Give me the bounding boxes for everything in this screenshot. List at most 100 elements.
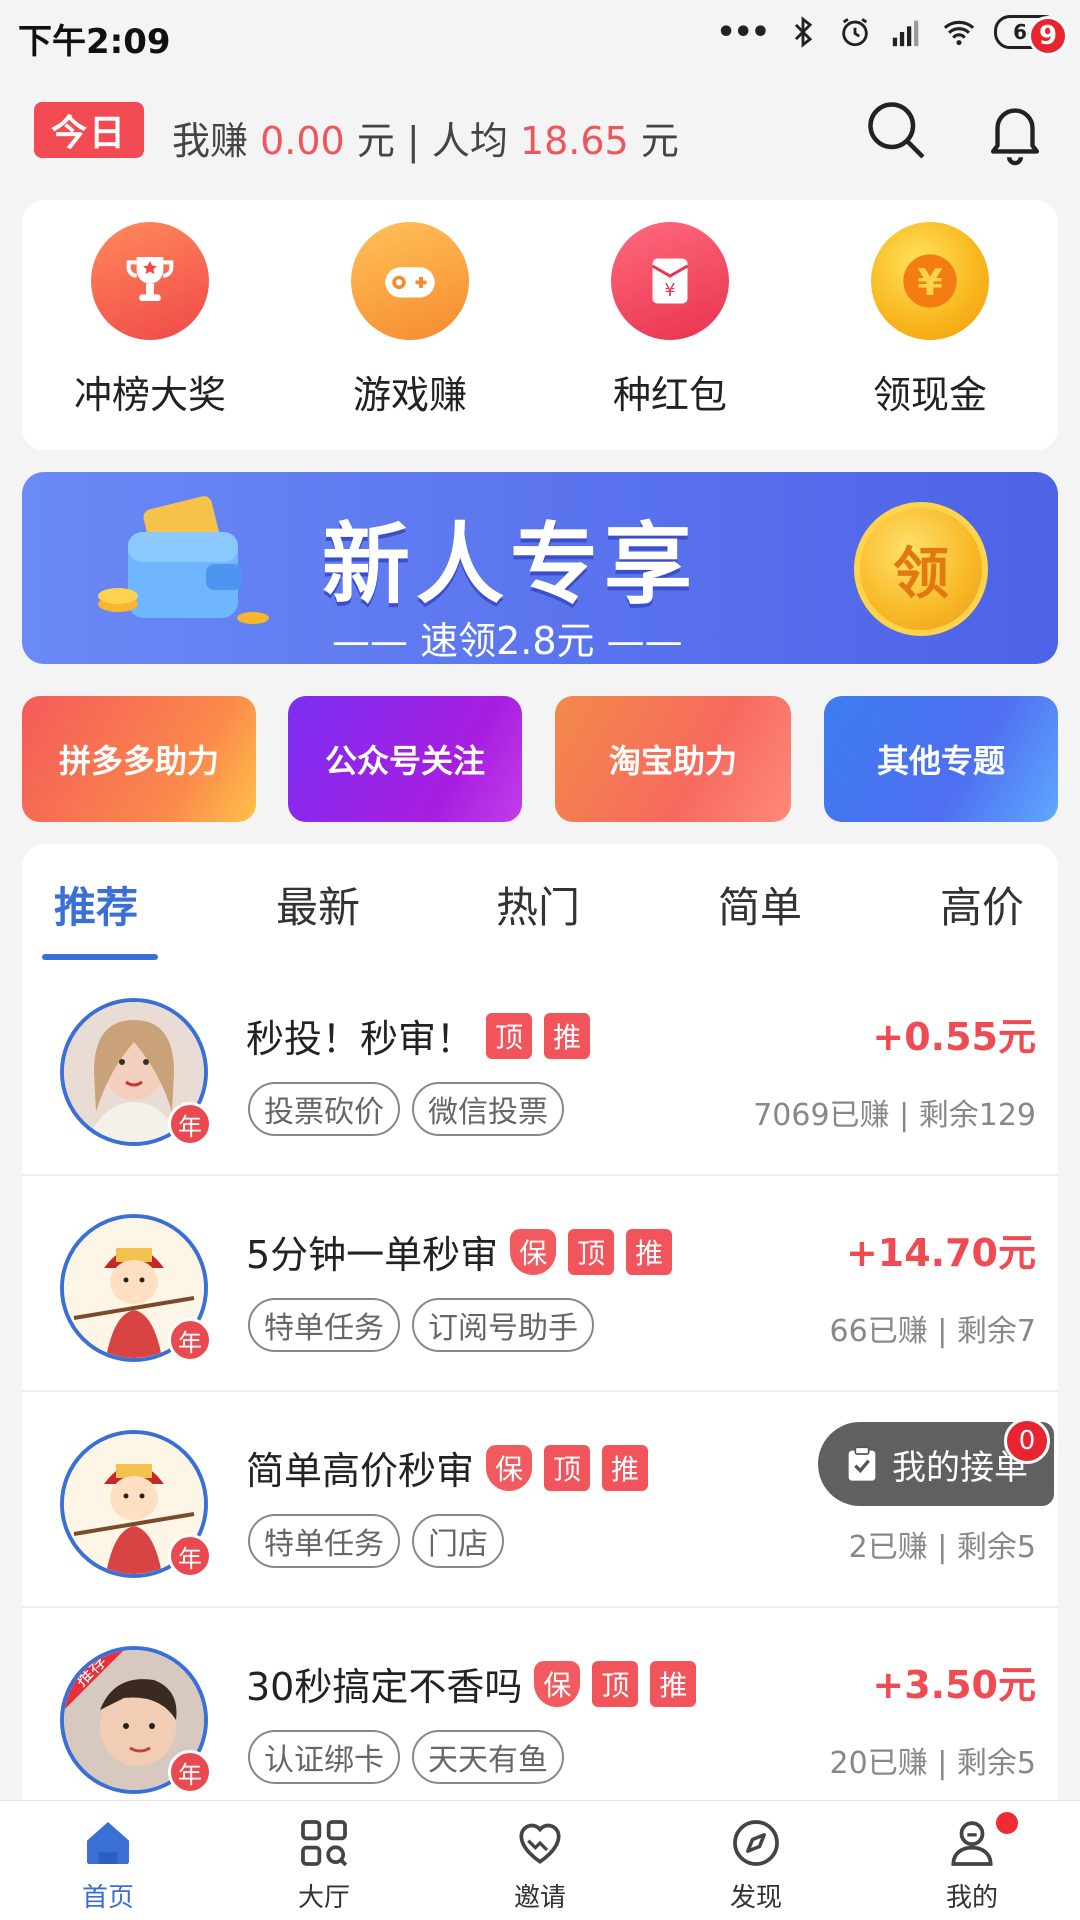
topic-label: 公众号关注 <box>324 742 485 780</box>
tab-active-indicator <box>42 954 158 960</box>
status-bar: 下午2:09 ••• 64 <box>0 0 1080 66</box>
topic-official-account[interactable]: 公众号关注 <box>288 696 522 822</box>
topic-label: 其他专题 <box>876 742 1005 780</box>
trophy-icon <box>91 222 209 340</box>
task-row[interactable]: 推荐 年 30秒搞定不香吗 保 顶 推 认证绑卡 天天有鱼 +3.50元 20已… <box>22 1610 1058 1804</box>
nav-home[interactable]: 首页 <box>38 1815 178 1914</box>
task-reward: +3.50元 <box>872 1663 1036 1707</box>
my-orders-badge: 0 <box>1004 1418 1050 1464</box>
avg-earn-value: 18.65 <box>519 119 629 163</box>
year-badge: 年 <box>168 1102 212 1146</box>
topic-pinduoduo[interactable]: 拼多多助力 <box>22 696 256 822</box>
year-badge: 年 <box>168 1750 212 1794</box>
guarantee-flag: 保 <box>534 1660 581 1707</box>
topic-others[interactable]: 其他专题 <box>824 696 1058 822</box>
alarm-icon <box>842 18 868 47</box>
top-flag: 顶 <box>486 1012 533 1059</box>
red-envelope-icon: ¥ <box>611 222 729 340</box>
task-row[interactable]: 年 5分钟一单秒审 保 顶 推 特单任务 订阅号助手 +14.70元 66已赚 … <box>22 1178 1058 1392</box>
status-time: 下午2:09 <box>18 22 171 62</box>
task-stats: 66已赚 | 剩余7 <box>829 1314 1036 1349</box>
svg-text:¥: ¥ <box>664 281 675 301</box>
notification-badge: 9 <box>1028 16 1068 56</box>
recommend-flag: 推 <box>626 1228 673 1275</box>
nav-hall[interactable]: 大厅 <box>254 1815 394 1914</box>
nav-label: 发现 <box>729 1883 782 1913</box>
task-reward: +0.55元 <box>872 1015 1036 1059</box>
earnings-summary: 我赚 0.00 元 | 人均 18.65 元 <box>172 110 679 165</box>
guarantee-flag: 保 <box>486 1444 533 1491</box>
task-tag: 微信投票 <box>412 1082 564 1136</box>
quick-actions-card: 冲榜大奖 游戏赚 ¥ 种红包 ¥ 领现金 <box>22 200 1058 450</box>
task-title: 5分钟一单秒审 <box>246 1233 499 1277</box>
search-icon[interactable] <box>862 96 930 164</box>
task-tags: 投票砍价 微信投票 <box>248 1082 564 1136</box>
quick-action-cash[interactable]: ¥ 领现金 <box>830 222 1030 419</box>
quick-action-label: 领现金 <box>872 373 987 417</box>
task-tag: 订阅号助手 <box>412 1298 594 1352</box>
my-earn-prefix: 我赚 <box>172 119 249 163</box>
quick-action-red-envelope[interactable]: ¥ 种红包 <box>570 222 770 419</box>
my-earn-value: 0.00 <box>260 119 345 163</box>
quick-action-game-earn[interactable]: 游戏赚 <box>310 222 510 419</box>
task-tag: 认证绑卡 <box>248 1730 400 1784</box>
claim-coin-button[interactable]: 领 <box>854 502 988 636</box>
recommend-flag: 推 <box>544 1012 591 1059</box>
quick-action-rank-prize[interactable]: 冲榜大奖 <box>50 222 250 419</box>
tab-recommended[interactable]: 推荐 <box>54 874 138 935</box>
tab-latest[interactable]: 最新 <box>276 874 360 935</box>
top-flag: 顶 <box>568 1228 615 1275</box>
topic-label: 淘宝助力 <box>608 742 737 780</box>
task-tags: 特单任务 订阅号助手 <box>248 1298 594 1352</box>
recommend-flag: 推 <box>650 1660 697 1707</box>
banner-subtitle: —— 速领2.8元 —— <box>332 619 683 663</box>
bluetooth-icon <box>794 16 813 48</box>
quick-action-label: 冲榜大奖 <box>73 373 226 417</box>
task-stats: 20已赚 | 剩余5 <box>829 1746 1036 1781</box>
user-icon <box>951 1821 993 1866</box>
task-tags: 特单任务 门店 <box>248 1514 504 1568</box>
task-tag: 特单任务 <box>248 1514 400 1568</box>
wifi-icon <box>943 20 975 46</box>
header: 今日 我赚 0.00 元 | 人均 18.65 元 <box>0 66 1080 196</box>
tab-hot[interactable]: 热门 <box>496 874 580 935</box>
tab-high-price[interactable]: 高价 <box>940 874 1024 935</box>
task-row[interactable]: 年 秒投！秒审！ 顶 推 投票砍价 微信投票 +0.55元 7069已赚 | 剩… <box>22 962 1058 1176</box>
task-tag: 投票砍价 <box>248 1082 400 1136</box>
quick-action-label: 种红包 <box>612 373 727 417</box>
topic-taobao[interactable]: 淘宝助力 <box>555 696 791 822</box>
nav-label: 我的 <box>945 1883 998 1913</box>
avatar: 年 <box>60 1430 212 1578</box>
clipboard-check-icon <box>848 1446 876 1481</box>
yuan-coin-icon: ¥ <box>871 222 989 340</box>
tab-simple[interactable]: 简单 <box>718 874 802 935</box>
avatar: 年 <box>60 998 212 1146</box>
status-icons: ••• 64 <box>716 12 1060 52</box>
avg-earn-prefix: 人均 <box>431 119 508 163</box>
signal-icon <box>892 20 919 47</box>
top-flag: 顶 <box>544 1444 591 1491</box>
task-reward: +14.70元 <box>845 1231 1036 1275</box>
task-tag: 天天有鱼 <box>412 1730 564 1784</box>
task-list-panel: 推荐 最新 热门 简单 高价 年 秒投！秒审！ 顶 推 投票砍价 微信投票 +0… <box>22 844 1058 1804</box>
home-icon <box>87 1822 129 1864</box>
avatar: 推荐 年 <box>60 1646 212 1794</box>
bottom-nav: 首页 大厅 邀请 发现 我的 <box>0 1800 1080 1920</box>
nav-invite[interactable]: 邀请 <box>470 1815 610 1914</box>
year-badge: 年 <box>168 1318 212 1362</box>
mine-notification-dot <box>996 1812 1018 1834</box>
unit-label: 元 <box>640 119 679 163</box>
nav-mine[interactable]: 我的 <box>902 1815 1042 1914</box>
nav-label: 邀请 <box>513 1883 566 1913</box>
task-title-row: 30秒搞定不香吗 保 顶 推 <box>246 1656 697 1711</box>
gamepad-icon <box>351 222 469 340</box>
topic-label: 拼多多助力 <box>58 742 219 780</box>
newcomer-banner[interactable]: 新人专享 —— 速领2.8元 —— 领 <box>22 472 1058 664</box>
nav-discover[interactable]: 发现 <box>686 1815 826 1914</box>
task-title-row: 秒投！秒审！ 顶 推 <box>246 1008 591 1063</box>
task-title: 秒投！秒审！ <box>246 1017 475 1061</box>
bell-icon[interactable] <box>980 96 1050 166</box>
task-title: 简单高价秒审 <box>246 1449 475 1493</box>
today-badge: 今日 <box>34 102 144 158</box>
nav-label: 首页 <box>81 1883 134 1913</box>
